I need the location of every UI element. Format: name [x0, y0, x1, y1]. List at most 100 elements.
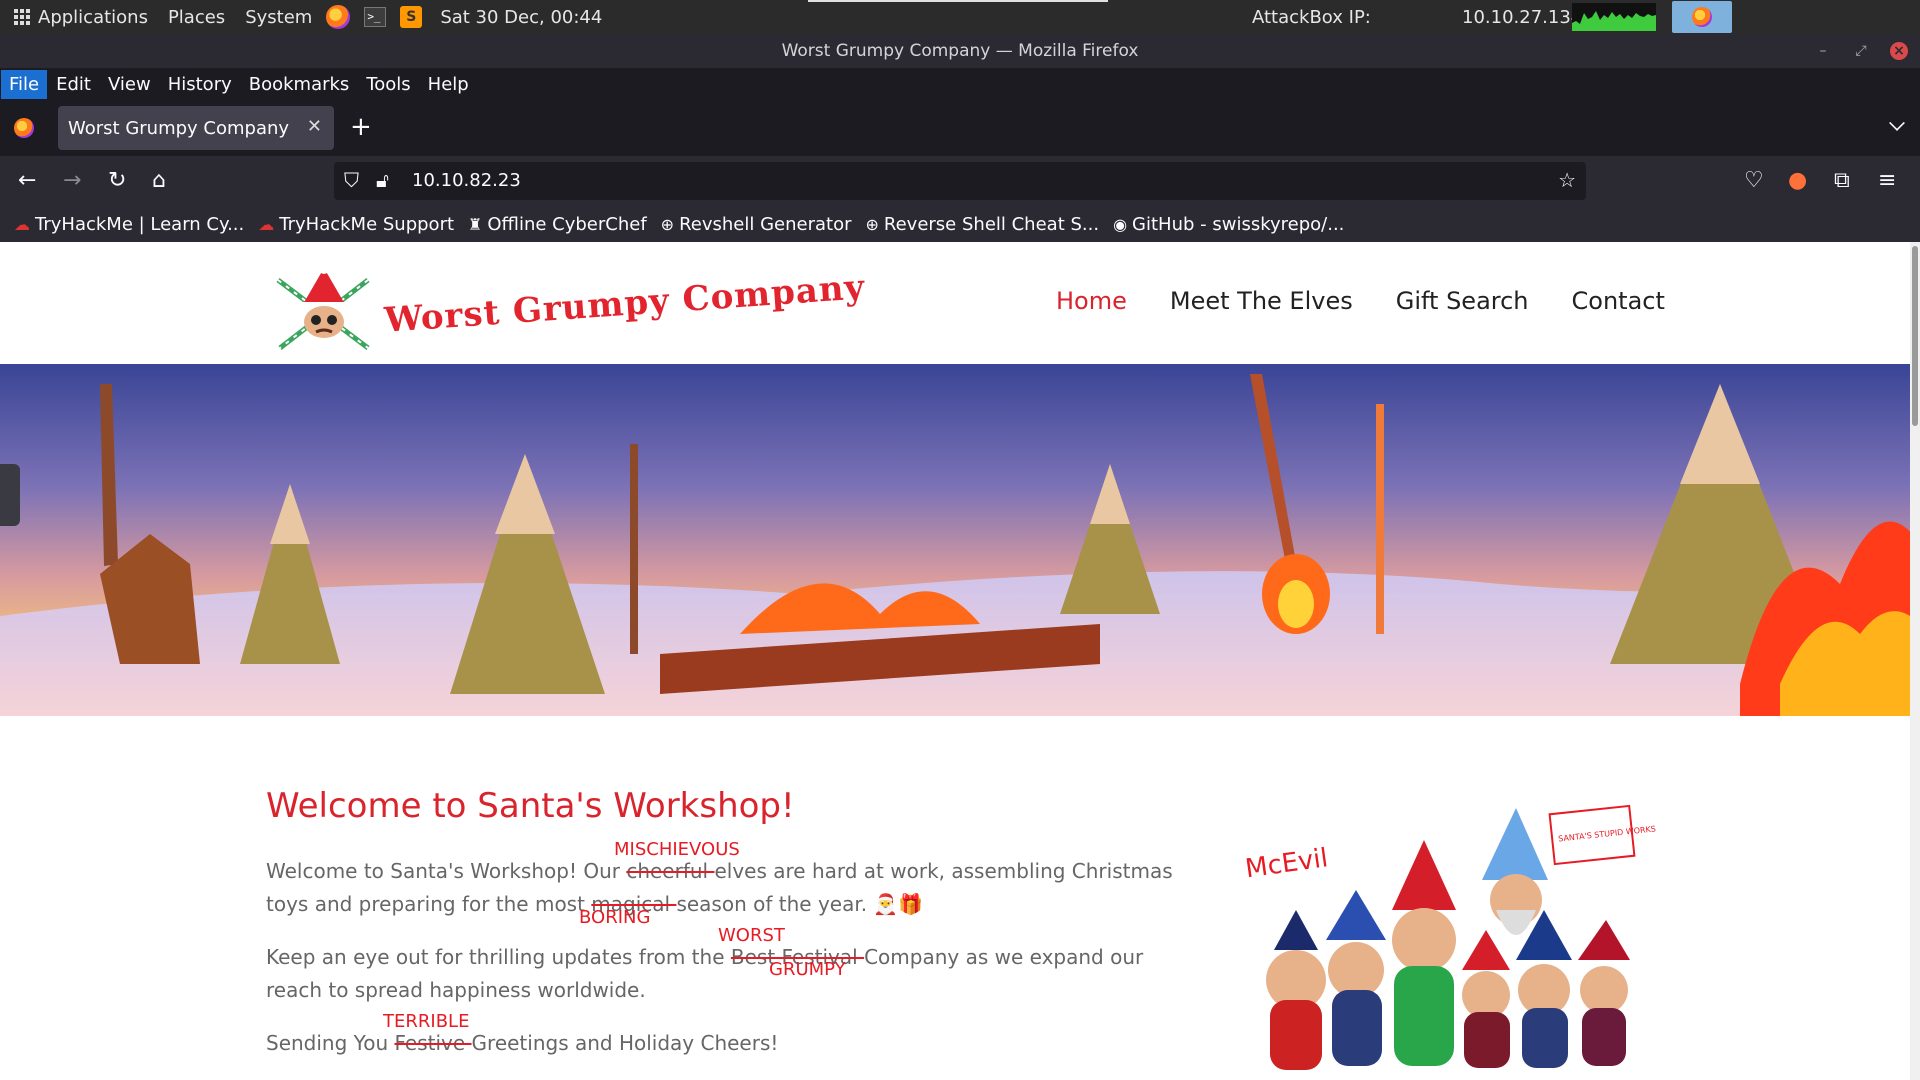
bookmark-label: TryHackMe Support [279, 213, 455, 235]
shield-icon[interactable]: ⛉ [344, 168, 359, 192]
bookmark-item[interactable]: ☁ TryHackMe Support [258, 214, 454, 235]
minimize-button[interactable]: – [1814, 42, 1832, 60]
datetime-label: Sat 30 Dec, 00:44 [440, 6, 603, 28]
network-graph [1572, 3, 1656, 31]
thm-icon: ☁ [14, 214, 30, 234]
hamburger-menu-icon[interactable]: ≡ [1878, 168, 1896, 194]
web-page: Worst Grumpy Company Home Meet The Elves… [0, 242, 1920, 1080]
firefox-icon [326, 5, 351, 29]
bookmark-item[interactable]: ⊕ Reverse Shell Cheat S... [866, 214, 1100, 235]
extension-foxy-icon[interactable]: ● [1788, 168, 1807, 194]
paragraph-intro: Welcome to Santa's Workshop! Our cheerfu… [266, 839, 1186, 928]
maximize-button[interactable]: ⤢ [1852, 42, 1870, 60]
bookmark-label: Revshell Generator [679, 213, 852, 235]
window-title: Worst Grumpy Company — Mozilla Firefox [781, 41, 1139, 61]
menu-file[interactable]: File [1, 69, 48, 99]
bookmark-item[interactable]: ☁ TryHackMe | Learn Cy... [14, 214, 244, 235]
applications-menu[interactable]: Applications [14, 7, 148, 28]
workshop-sign-text: SANTA'S STUPID WORKSHOP [1558, 823, 1656, 844]
bookmarks-toolbar: ☁ TryHackMe | Learn Cy... ☁ TryHackMe Supp… [0, 206, 1920, 242]
applications-label: Applications [38, 6, 148, 28]
bookmark-label: Reverse Shell Cheat S... [883, 213, 1100, 235]
elves-illustration: McEvil SANTA'S STUPID WORKSHOP [1243, 804, 1656, 1070]
nav-home[interactable]: Home [1056, 287, 1127, 315]
paragraph-greetings: Sending You Festive Greetings and Holida… [266, 1011, 1186, 1060]
attackbox-ip-label: AttackBox IP: [1252, 7, 1371, 28]
clock: Sat 30 Dec, 00:44 [440, 7, 602, 28]
panel-strip [808, 0, 1108, 2]
apps-grid-icon [14, 9, 30, 25]
firefox-launcher[interactable] [326, 5, 351, 29]
bookmark-item[interactable]: ♜ Offline CyberChef [468, 214, 647, 235]
text-segment: Welcome to Santa's Workshop! Our [266, 859, 627, 883]
menu-history[interactable]: History [160, 70, 240, 99]
tab-title: Worst Grumpy Company [68, 117, 290, 139]
places-label: Places [167, 6, 226, 28]
terminal-launcher[interactable]: >_ [364, 7, 387, 27]
bookmark-label: TryHackMe | Learn Cy... [35, 213, 245, 235]
url-text[interactable]: 10.10.82.23 [412, 170, 521, 191]
list-tabs-icon[interactable] [1889, 115, 1905, 131]
extensions-icon[interactable]: ⧉ [1834, 168, 1850, 194]
nav-gift-search[interactable]: Gift Search [1396, 287, 1529, 315]
tab-active[interactable]: Worst Grumpy Company ✕ [58, 106, 334, 150]
new-tab-button[interactable]: + [350, 112, 372, 142]
welcome-heading: Welcome to Santa's Workshop! [266, 786, 795, 826]
menu-bookmarks[interactable]: Bookmarks [241, 70, 358, 99]
menu-view[interactable]: View [100, 70, 159, 99]
menu-help[interactable]: Help [420, 70, 477, 99]
site-header: Worst Grumpy Company Home Meet The Elves… [0, 242, 1920, 364]
attackbox-ip-value: 10.10.27.134 [1462, 7, 1583, 28]
text-segment: season of the year. 🎅🎁 [676, 892, 924, 916]
handwritten-note: MISCHIEVOUS [614, 839, 740, 860]
places-menu[interactable]: Places [168, 7, 225, 28]
forward-icon[interactable]: → [63, 168, 81, 194]
sublime-icon: S [400, 6, 423, 28]
hero-banner [0, 364, 1920, 716]
paragraph-updates: Keep an eye out for thrilling updates fr… [266, 925, 1186, 1007]
nav-meet-the-elves[interactable]: Meet The Elves [1170, 287, 1353, 315]
site-navigation: Home Meet The Elves Gift Search Contact [1056, 287, 1665, 315]
handwritten-note: GRUMPY [769, 959, 846, 980]
home-icon[interactable]: ⌂ [152, 168, 166, 194]
menu-tools[interactable]: Tools [358, 70, 418, 99]
firefox-icon [1692, 7, 1712, 27]
logo-text[interactable]: Worst Grumpy Company [383, 267, 866, 341]
page-scrollbar[interactable] [1910, 242, 1920, 1080]
scrollbar-thumb[interactable] [1912, 246, 1918, 426]
handwritten-note: BORING [579, 907, 651, 928]
globe-icon: ⊕ [865, 214, 879, 234]
bookmark-item[interactable]: ◉ GitHub - swisskyrepo/... [1113, 214, 1344, 235]
firefox-taskbar-button[interactable] [1672, 1, 1732, 33]
menu-bar: File Edit View History Bookmarks Tools H… [0, 68, 1920, 100]
firefox-view-icon[interactable] [14, 118, 34, 138]
chef-icon: ♜ [468, 214, 483, 234]
bookmark-item[interactable]: ⊕ Revshell Generator [661, 214, 852, 235]
text-segment: Greetings and Holiday Cheers! [471, 1031, 779, 1055]
globe-icon: ⊕ [660, 214, 675, 234]
text-segment: Sending You [266, 1031, 395, 1055]
tab-strip: Worst Grumpy Company ✕ + [0, 100, 1920, 156]
navigation-toolbar: ← → ↻ ⌂ ⛉ 🔓︎ 10.10.82.23 ☆ ♡ ● ⧉ ≡ [0, 156, 1920, 206]
nav-contact[interactable]: Contact [1572, 287, 1665, 315]
lock-icon[interactable]: 🔓︎ [376, 168, 389, 192]
sublime-launcher[interactable]: S [400, 6, 423, 28]
bookmark-label: GitHub - swisskyrepo/... [1132, 213, 1345, 235]
thm-icon: ☁ [258, 214, 275, 234]
sidebar-toggle-handle[interactable] [0, 464, 20, 526]
elves-tag-text: McEvil [1243, 843, 1329, 884]
pocket-icon[interactable]: ♡ [1744, 168, 1764, 194]
text-segment: Keep an eye out for thrilling updates fr… [266, 945, 731, 969]
system-menu[interactable]: System [245, 7, 312, 28]
close-tab-icon[interactable]: ✕ [307, 116, 322, 137]
main-content: Welcome to Santa's Workshop! Welcome to … [266, 786, 1186, 1060]
handwritten-note: TERRIBLE [383, 1011, 470, 1032]
url-bar[interactable]: ⛉ 🔓︎ 10.10.82.23 ☆ [334, 162, 1586, 200]
bookmark-star-icon[interactable]: ☆ [1558, 168, 1576, 192]
bookmark-label: Offline CyberChef [487, 213, 647, 235]
reload-icon[interactable]: ↻ [108, 168, 126, 194]
back-icon[interactable]: ← [18, 168, 36, 194]
close-window-button[interactable]: × [1890, 42, 1908, 60]
elf-logo-icon[interactable] [272, 266, 376, 354]
menu-edit[interactable]: Edit [48, 70, 99, 99]
